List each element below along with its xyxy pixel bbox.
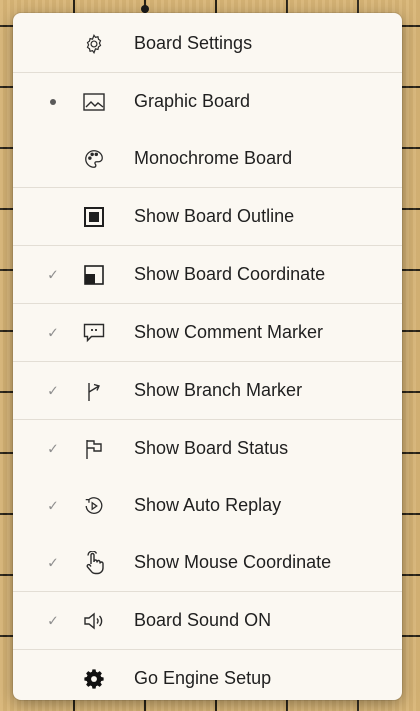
menu-item-board-sound[interactable]: ✓ Board Sound ON <box>13 592 402 649</box>
menu-item-label: Show Board Status <box>134 438 289 458</box>
menu-item-show-comment-marker[interactable]: ✓ Show Comment Marker <box>13 304 402 361</box>
menu-item-show-board-status[interactable]: ✓ Show Board Status <box>13 420 402 477</box>
menu-item-label: Show Auto Replay <box>134 495 282 515</box>
speaker-icon <box>81 608 107 634</box>
menu-item-label: Show Board Coordinate <box>134 264 326 284</box>
menu-item-label: Show Comment Marker <box>134 322 324 342</box>
menu-item-label: Graphic Board <box>134 91 251 111</box>
menu-item-show-branch-marker[interactable]: ✓ Show Branch Marker <box>13 362 402 419</box>
image-icon <box>81 89 107 115</box>
menu-item-label: Go Engine Setup <box>134 668 272 688</box>
check-icon: ✓ <box>47 324 59 340</box>
flag-icon <box>81 436 107 462</box>
palette-icon <box>81 146 107 172</box>
menu-item-show-board-coordinate[interactable]: ✓ Show Board Coordinate <box>13 246 402 303</box>
menu-item-label: Board Settings <box>134 33 253 53</box>
touch-icon <box>81 550 107 576</box>
menu-item-label: Show Branch Marker <box>134 380 303 400</box>
menu-item-show-mouse-coordinate[interactable]: ✓ Show Mouse Coordinate <box>13 534 402 591</box>
check-icon: ✓ <box>47 440 59 456</box>
check-icon: ✓ <box>47 266 59 282</box>
board-context-menu: Board Settings Graphic Board Monochrome … <box>13 13 402 700</box>
menu-item-label: Show Board Outline <box>134 206 295 226</box>
menu-item-graphic-board[interactable]: Graphic Board <box>13 73 402 130</box>
menu-item-show-board-outline[interactable]: Show Board Outline <box>13 188 402 245</box>
menu-item-go-engine-setup[interactable]: Go Engine Setup <box>13 650 402 700</box>
check-icon: ✓ <box>47 612 59 628</box>
outline-square-icon <box>81 204 107 230</box>
selected-radio-dot <box>50 98 56 105</box>
menu-item-show-auto-replay[interactable]: ✓ Show Auto Replay <box>13 477 402 534</box>
branch-arrow-icon <box>81 378 107 404</box>
comment-icon <box>81 320 107 346</box>
menu-item-monochrome-board[interactable]: Monochrome Board <box>13 130 402 187</box>
replay-icon <box>81 493 107 519</box>
check-icon: ✓ <box>47 497 59 513</box>
menu-item-label: Show Mouse Coordinate <box>134 552 332 572</box>
menu-item-board-settings[interactable]: Board Settings <box>13 15 402 72</box>
check-icon: ✓ <box>47 382 59 398</box>
board-star-point <box>141 5 149 13</box>
menu-item-label: Board Sound ON <box>134 610 272 630</box>
coordinate-square-icon <box>81 262 107 288</box>
gear-icon <box>81 31 107 57</box>
check-icon: ✓ <box>47 554 59 570</box>
gear-filled-icon <box>81 666 107 692</box>
menu-item-label: Monochrome Board <box>134 148 293 168</box>
